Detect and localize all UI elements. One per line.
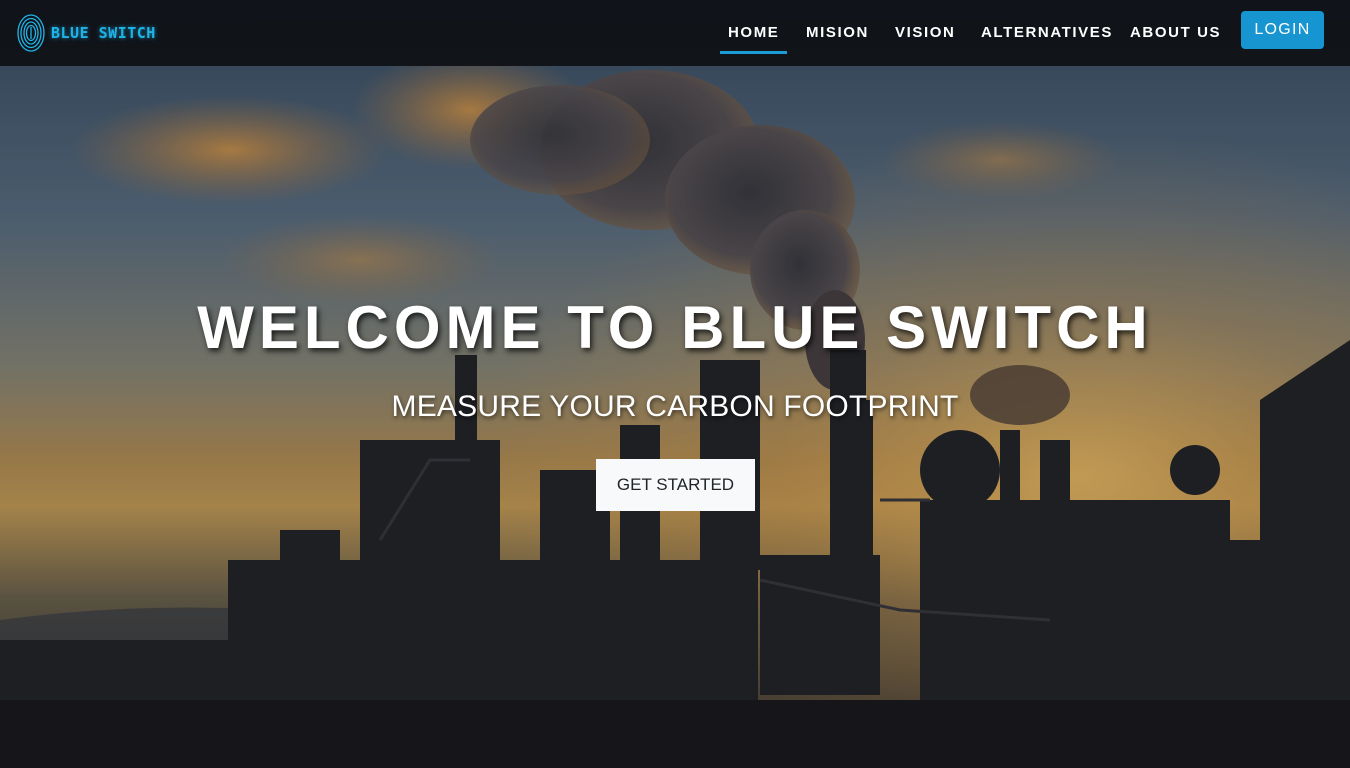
nav-item-alternatives[interactable]: ALTERNATIVES — [981, 24, 1113, 41]
hero-subtitle: MEASURE YOUR CARBON FOOTPRINT — [391, 390, 959, 423]
hero-title: WELCOME TO BLUE SWITCH — [197, 294, 1153, 361]
top-navbar: BLUE SWITCH HOME MISION VISION ALTERNATI… — [0, 0, 1350, 66]
active-nav-indicator — [720, 51, 787, 54]
brand-logo[interactable]: BLUE SWITCH — [16, 13, 156, 53]
nav-item-about-us[interactable]: ABOUT US — [1130, 24, 1221, 41]
login-button[interactable]: LOGIN — [1241, 11, 1324, 49]
hero-background — [0, 0, 1350, 768]
brand-name: BLUE SWITCH — [51, 24, 156, 42]
nav-item-mision[interactable]: MISION — [806, 24, 869, 41]
get-started-button[interactable]: GET STARTED — [596, 459, 755, 511]
nav-item-home[interactable]: HOME — [728, 24, 779, 41]
nav-item-vision[interactable]: VISION — [895, 24, 955, 41]
fingerprint-icon — [17, 14, 45, 52]
